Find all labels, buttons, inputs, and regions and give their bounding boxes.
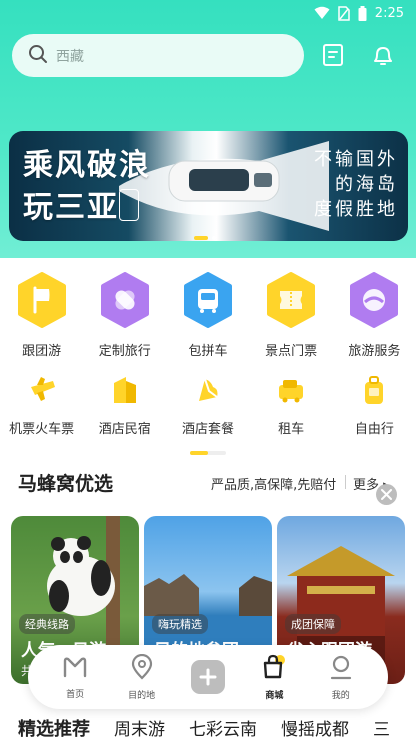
hotel-package-icon [190, 372, 226, 408]
pagination-dot [212, 236, 216, 240]
promo-banner[interactable]: 乘风破浪 玩三亚 不输国外 的海岛 度假胜地 [9, 131, 408, 241]
pagination-dot-active [194, 236, 208, 240]
category-car-rental[interactable]: 租车 [250, 372, 333, 437]
bell-icon[interactable] [370, 42, 396, 68]
status-time: 2:25 [374, 5, 404, 21]
flag-icon [16, 272, 68, 328]
category-pager [190, 451, 226, 455]
section-separator [345, 475, 346, 489]
category-custom-travel[interactable]: 定制旅行 [83, 272, 166, 359]
banner-right-title: 不输国外 的海岛 度假胜地 [314, 149, 398, 220]
tab-publish[interactable] [182, 660, 234, 694]
feed-tab-chengdu[interactable]: 慢摇成都 [281, 715, 349, 739]
card-tag: 经典线路 [19, 614, 75, 634]
status-bar: 2:25 [0, 0, 416, 26]
custom-trip-icon [99, 272, 151, 328]
location-pin-icon [130, 653, 154, 684]
close-icon[interactable] [376, 484, 397, 505]
category-charter-car[interactable]: 包拼车 [166, 272, 249, 359]
category-attraction-tickets[interactable]: 景点门票 [250, 272, 333, 359]
search-icon [28, 44, 48, 68]
section-slogan: 严品质,高保障,先赔付 [211, 478, 337, 493]
bottom-tab-bar: 首页 目的地 商城 我的 [28, 645, 388, 709]
search-placeholder: 西藏 [56, 48, 84, 65]
card-tag: 嗨玩精选 [152, 614, 208, 634]
suitcase-icon [356, 372, 392, 408]
hotel-icon [107, 372, 143, 408]
feed-tab-yunnan[interactable]: 七彩云南 [189, 715, 257, 739]
category-hotels[interactable]: 酒店民宿 [83, 372, 166, 437]
card-tag: 成团保障 [285, 614, 341, 634]
category-flights-trains[interactable]: 机票火车票 [0, 372, 83, 437]
tab-mall[interactable]: 商城 [248, 654, 300, 701]
plane-icon [24, 372, 60, 408]
home-m-icon [62, 655, 88, 683]
banner-pagination [194, 236, 216, 240]
shopping-bag-icon [260, 654, 288, 684]
search-input[interactable]: 西藏 [12, 34, 304, 77]
tab-destination[interactable]: 目的地 [116, 653, 168, 701]
category-row-1: 跟团游 定制旅行 包拼车 景点门票 旅游服务 [0, 272, 416, 359]
ticket-icon[interactable] [320, 42, 346, 68]
ticket-icon [265, 272, 317, 328]
feed-tab-featured[interactable]: 精选推荐 [18, 715, 90, 739]
feed-tab-more[interactable]: 三 [373, 715, 390, 739]
tab-mine[interactable]: 我的 [315, 654, 367, 701]
sim-no-signal-icon [338, 5, 350, 21]
category-independent-travel[interactable]: 自由行 [333, 372, 416, 437]
bus-icon [182, 272, 234, 328]
feed-tabs: 精选推荐 周末游 七彩云南 慢摇成都 三 [0, 715, 416, 739]
section-title: 马蜂窝优选 [18, 473, 114, 495]
car-icon [273, 372, 309, 408]
category-travel-service[interactable]: 旅游服务 [333, 272, 416, 359]
battery-icon [358, 5, 367, 21]
category-hotel-packages[interactable]: 酒店套餐 [166, 372, 249, 437]
feed-tab-weekend[interactable]: 周末游 [114, 715, 165, 739]
category-row-2: 机票火车票 酒店民宿 酒店套餐 租车 自由行 [0, 372, 416, 437]
service-icon [348, 272, 400, 328]
tab-home[interactable]: 首页 [49, 655, 101, 700]
profile-icon [329, 654, 353, 684]
banner-stamp [119, 189, 139, 221]
category-group-tour[interactable]: 跟团游 [0, 272, 83, 359]
wifi-icon [314, 6, 330, 20]
plus-icon [190, 660, 225, 694]
